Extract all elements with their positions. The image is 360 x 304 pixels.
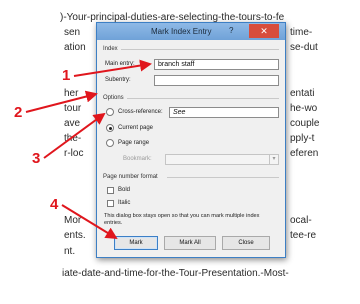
doc-fragment-left-1: sen (64, 27, 81, 38)
current-page-label: Current page (118, 125, 154, 131)
annotation-number-3: 3 (32, 150, 41, 167)
annotation-number-2: 2 (14, 104, 23, 121)
page-number-format-label: Page number format (103, 174, 158, 180)
doc-fragment-left-7: the- (64, 133, 82, 144)
chevron-down-icon: ▾ (269, 155, 278, 164)
dialog-note: This dialog box stays open so that you c… (104, 213, 260, 226)
doc-fragment-right-1: time- (290, 27, 313, 38)
doc-fragment-left-11: nt. (64, 246, 76, 257)
current-page-radio[interactable] (106, 124, 114, 132)
help-button[interactable]: ? (229, 26, 233, 35)
close-button[interactable]: Close (222, 236, 270, 250)
subentry-field[interactable] (154, 75, 279, 86)
bookmark-label: Bookmark: (123, 156, 152, 162)
doc-fragment-right-6: pply-t (290, 133, 315, 144)
main-entry-field[interactable]: branch staff (154, 59, 279, 70)
doc-fragment-right-9: tee-re (290, 230, 317, 241)
doc-fragment-right-4: he-wo (290, 103, 318, 114)
bold-checkbox[interactable] (107, 187, 114, 194)
subentry-label: Subentry: (105, 77, 131, 83)
doc-fragment-left-6: ave (64, 118, 81, 129)
bold-label: Bold (118, 187, 131, 193)
page-number-format-divider (167, 177, 279, 178)
bookmark-dropdown[interactable]: ▾ (165, 154, 279, 165)
doc-fragment-right-3: entati (290, 88, 315, 99)
annotation-number-1: 1 (62, 67, 71, 84)
cross-reference-radio[interactable] (106, 108, 114, 116)
cross-reference-field[interactable]: See (169, 107, 279, 118)
options-section-divider (127, 98, 279, 99)
page-range-label: Page range (118, 140, 150, 146)
italic-checkbox[interactable] (107, 200, 114, 207)
index-section-divider (121, 49, 279, 50)
page-range-radio[interactable] (106, 139, 114, 147)
doc-fragment-right-2: se-dut (290, 42, 318, 53)
mark-index-entry-dialog: Mark Index Entry ? ✕ Index Main entry: b… (96, 22, 286, 258)
mark-button[interactable]: Mark (114, 236, 158, 250)
doc-fragment-left-8: r-loc (64, 148, 84, 159)
annotation-number-4: 4 (50, 196, 59, 213)
dialog-title: Mark Index Entry (151, 27, 212, 36)
doc-fragment-right-7: eferen (290, 148, 319, 159)
close-window-button[interactable]: ✕ (249, 24, 279, 38)
cross-reference-label: Cross-reference: (118, 109, 163, 115)
doc-fragment-left-10: ents. (64, 230, 86, 241)
doc-fragment-right-5: couple (290, 118, 320, 129)
doc-fragment-left-4: her (64, 88, 79, 99)
main-entry-label: Main entry: (105, 61, 135, 67)
dialog-titlebar[interactable]: Mark Index Entry ? ✕ (97, 23, 285, 40)
mark-all-button[interactable]: Mark All (164, 236, 216, 250)
doc-bottom-line: iate-date-and-time-for-the-Tour-Presenta… (62, 268, 289, 279)
doc-fragment-right-8: ocal- (290, 215, 312, 226)
doc-fragment-left-2: ation (64, 42, 86, 53)
options-section-label: Options (103, 95, 124, 101)
italic-label: Italic (118, 200, 131, 206)
doc-fragment-left-5: tour (64, 103, 82, 114)
index-section-label: Index (103, 46, 118, 52)
doc-fragment-left-9: Mor (64, 215, 82, 226)
